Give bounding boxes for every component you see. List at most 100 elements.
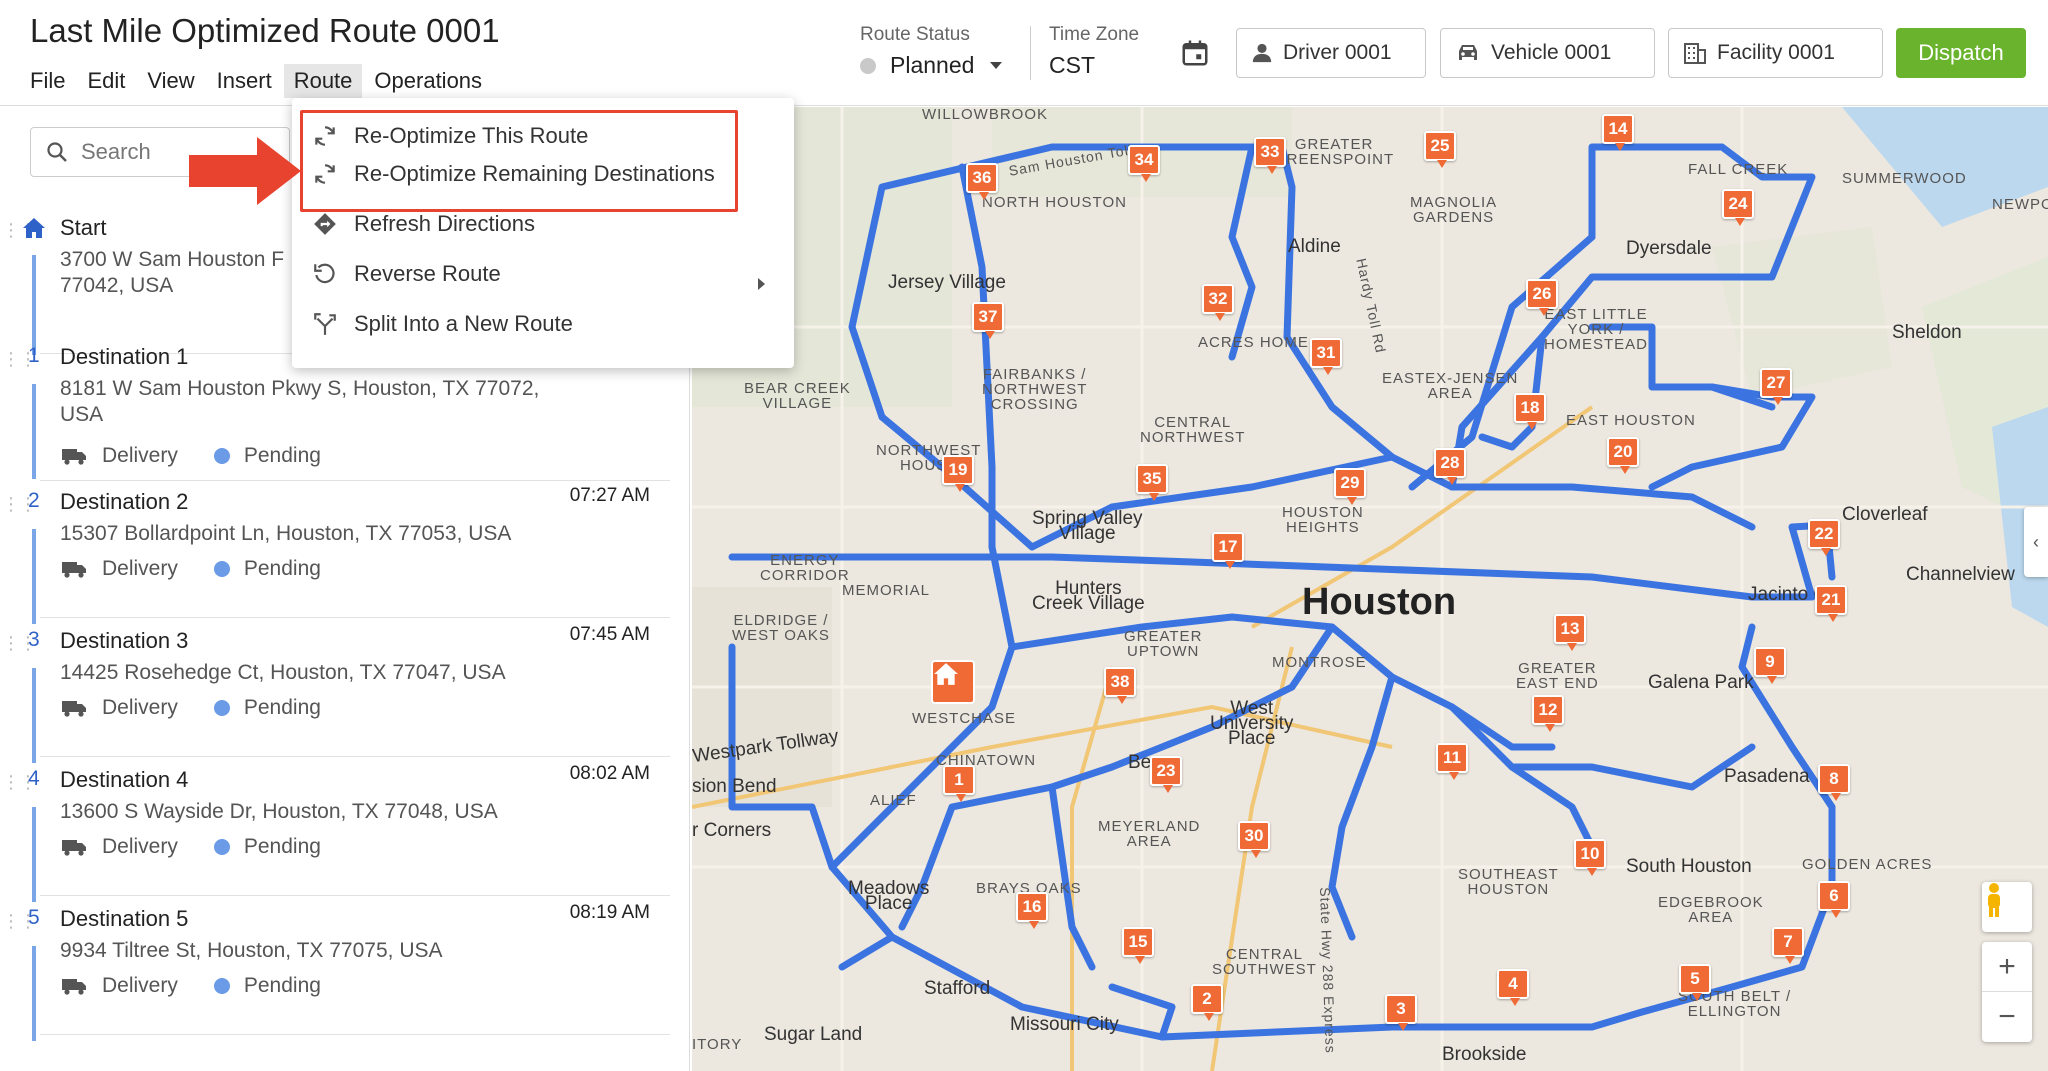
calendar-icon[interactable] bbox=[1180, 38, 1210, 68]
driver-button[interactable]: Driver 0001 bbox=[1236, 28, 1426, 78]
menu-item-reoptimize-route[interactable]: Re-Optimize This Route bbox=[312, 116, 588, 156]
map-marker-8[interactable]: 8 bbox=[1818, 764, 1850, 801]
map-marker-30[interactable]: 30 bbox=[1238, 821, 1270, 858]
stop-time: 08:19 AM bbox=[569, 902, 650, 923]
depot-marker[interactable] bbox=[931, 660, 975, 704]
status-dot-icon bbox=[213, 978, 230, 994]
map-marker-19[interactable]: 19 bbox=[942, 455, 974, 492]
map-marker-23[interactable]: 23 bbox=[1150, 756, 1182, 793]
map-marker-24[interactable]: 24 bbox=[1722, 189, 1754, 226]
map-marker-4[interactable]: 4 bbox=[1497, 969, 1529, 1006]
menu-item-split-route[interactable]: Split Into a New Route bbox=[312, 304, 573, 344]
dispatch-button[interactable]: Dispatch bbox=[1896, 28, 2026, 78]
map-label: Be bbox=[1128, 752, 1152, 773]
map-marker-6[interactable]: 6 bbox=[1818, 881, 1850, 918]
map-label: Aldine bbox=[1288, 236, 1341, 257]
zoom-in-button[interactable]: + bbox=[1982, 942, 2032, 992]
map-marker-7[interactable]: 7 bbox=[1772, 927, 1804, 964]
stop-type: Delivery bbox=[102, 696, 178, 719]
stop-address: 9934 Tiltree St, Houston, TX 77075, USA bbox=[60, 939, 443, 962]
map-marker-10[interactable]: 10 bbox=[1574, 839, 1606, 876]
app-header: Last Mile Optimized Route 0001 File Edit… bbox=[0, 0, 2048, 106]
facility-button[interactable]: Facility 0001 bbox=[1668, 28, 1883, 78]
map-marker-12[interactable]: 12 bbox=[1532, 695, 1564, 732]
menu-insert[interactable]: Insert bbox=[207, 64, 282, 98]
zoom-out-button[interactable]: − bbox=[1982, 992, 2032, 1042]
map-marker-29[interactable]: 29 bbox=[1334, 468, 1366, 505]
map-marker-21[interactable]: 21 bbox=[1815, 585, 1847, 622]
map-label: EASTEX-JENSEN AREA bbox=[1382, 370, 1519, 402]
map-marker-28[interactable]: 28 bbox=[1434, 448, 1466, 485]
map-marker-36[interactable]: 36 bbox=[966, 163, 998, 200]
map-label: WESTCHASE bbox=[912, 710, 1017, 727]
map-marker-14[interactable]: 14 bbox=[1602, 114, 1634, 151]
chevron-left-icon[interactable]: ‹ bbox=[2024, 507, 2048, 577]
truck-icon bbox=[62, 562, 86, 578]
map-marker-3[interactable]: 3 bbox=[1385, 994, 1417, 1031]
stop-name: Start bbox=[60, 215, 107, 240]
route-status[interactable]: Route Status Planned bbox=[860, 24, 1003, 79]
menu-item-reoptimize-remaining[interactable]: Re-Optimize Remaining Destinations bbox=[312, 154, 715, 194]
stop-address: 8181 W Sam Houston Pkwy S, Houston, TX 7… bbox=[60, 377, 540, 426]
menu-item-reverse-route[interactable]: Reverse Route bbox=[312, 254, 501, 294]
menu-edit[interactable]: Edit bbox=[77, 64, 135, 98]
map-marker-11[interactable]: 11 bbox=[1436, 743, 1468, 780]
map-marker-38[interactable]: 38 bbox=[1104, 667, 1136, 704]
map-marker-34[interactable]: 34 bbox=[1128, 145, 1160, 182]
map-marker-33[interactable]: 33 bbox=[1254, 137, 1286, 174]
stop-status: Pending bbox=[243, 835, 321, 858]
chevron-down-icon bbox=[990, 62, 1003, 69]
menu-item-label: Split Into a New Route bbox=[354, 311, 573, 336]
map-label: FALL CREEK bbox=[1688, 161, 1789, 178]
map-marker-27[interactable]: 27 bbox=[1760, 368, 1792, 405]
map-label: GREATER GREENSPOINT bbox=[1274, 136, 1395, 168]
stop-type: Delivery bbox=[102, 974, 178, 997]
vehicle-button[interactable]: Vehicle 0001 bbox=[1440, 28, 1655, 78]
stop-number: 5 bbox=[28, 906, 40, 929]
stop-name: Destination 2 bbox=[60, 489, 189, 514]
facility-label: Facility 0001 bbox=[1717, 41, 1835, 64]
map-marker-2[interactable]: 2 bbox=[1191, 984, 1223, 1021]
chevron-right-icon bbox=[758, 278, 765, 290]
stop-destination-5[interactable]: ⋮⋮ 5 Destination 5 08:19 AM 9934 Tiltree… bbox=[0, 902, 670, 1041]
route-map[interactable]: WILLOWBROOK GREATER GREENSPOINT FALL CRE… bbox=[692, 107, 2048, 1071]
home-icon bbox=[934, 663, 958, 685]
route-rail bbox=[32, 807, 36, 902]
map-label: Galena Park bbox=[1648, 672, 1754, 693]
map-marker-17[interactable]: 17 bbox=[1212, 532, 1244, 569]
stop-number: 3 bbox=[28, 628, 40, 651]
menu-operations[interactable]: Operations bbox=[364, 64, 492, 98]
map-marker-25[interactable]: 25 bbox=[1424, 131, 1456, 168]
map-label: Stafford bbox=[924, 978, 991, 999]
map-marker-13[interactable]: 13 bbox=[1554, 614, 1586, 651]
map-marker-26[interactable]: 26 bbox=[1526, 279, 1558, 316]
stop-destination-4[interactable]: ⋮⋮ 4 Destination 4 08:02 AM 13600 S Ways… bbox=[0, 763, 670, 902]
map-marker-16[interactable]: 16 bbox=[1016, 892, 1048, 929]
map-marker-15[interactable]: 15 bbox=[1122, 927, 1154, 964]
map-label: SUMMERWOOD bbox=[1842, 170, 1967, 187]
menu-file[interactable]: File bbox=[20, 64, 75, 98]
map-marker-20[interactable]: 20 bbox=[1607, 437, 1639, 474]
status-dot-icon bbox=[213, 700, 230, 716]
map-marker-9[interactable]: 9 bbox=[1754, 647, 1786, 684]
map-marker-31[interactable]: 31 bbox=[1310, 338, 1342, 375]
stop-destination-2[interactable]: ⋮⋮ 2 Destination 2 07:27 AM 15307 Bollar… bbox=[0, 485, 670, 624]
menu-route[interactable]: Route bbox=[283, 64, 363, 98]
route-dropdown-menu: Re-Optimize This Route Re-Optimize Remai… bbox=[292, 98, 794, 368]
map-marker-37[interactable]: 37 bbox=[972, 302, 1004, 339]
map-label: Channelview bbox=[1906, 564, 2015, 585]
route-rail bbox=[32, 529, 36, 624]
map-marker-18[interactable]: 18 bbox=[1514, 393, 1546, 430]
map-marker-5[interactable]: 5 bbox=[1679, 964, 1711, 1001]
map-marker-35[interactable]: 35 bbox=[1136, 464, 1168, 501]
map-marker-1[interactable]: 1 bbox=[943, 765, 975, 802]
menu-item-refresh-directions[interactable]: Refresh Directions bbox=[312, 204, 535, 244]
stop-destination-3[interactable]: ⋮⋮ 3 Destination 3 07:45 AM 14425 Rosehe… bbox=[0, 624, 670, 763]
route-rail bbox=[32, 384, 36, 479]
refresh-cycle-icon bbox=[315, 126, 335, 146]
zoom-control: + − bbox=[1982, 942, 2032, 1042]
pegman-icon[interactable] bbox=[1982, 882, 2032, 932]
menu-view[interactable]: View bbox=[137, 64, 204, 98]
map-marker-22[interactable]: 22 bbox=[1808, 519, 1840, 556]
map-marker-32[interactable]: 32 bbox=[1202, 284, 1234, 321]
